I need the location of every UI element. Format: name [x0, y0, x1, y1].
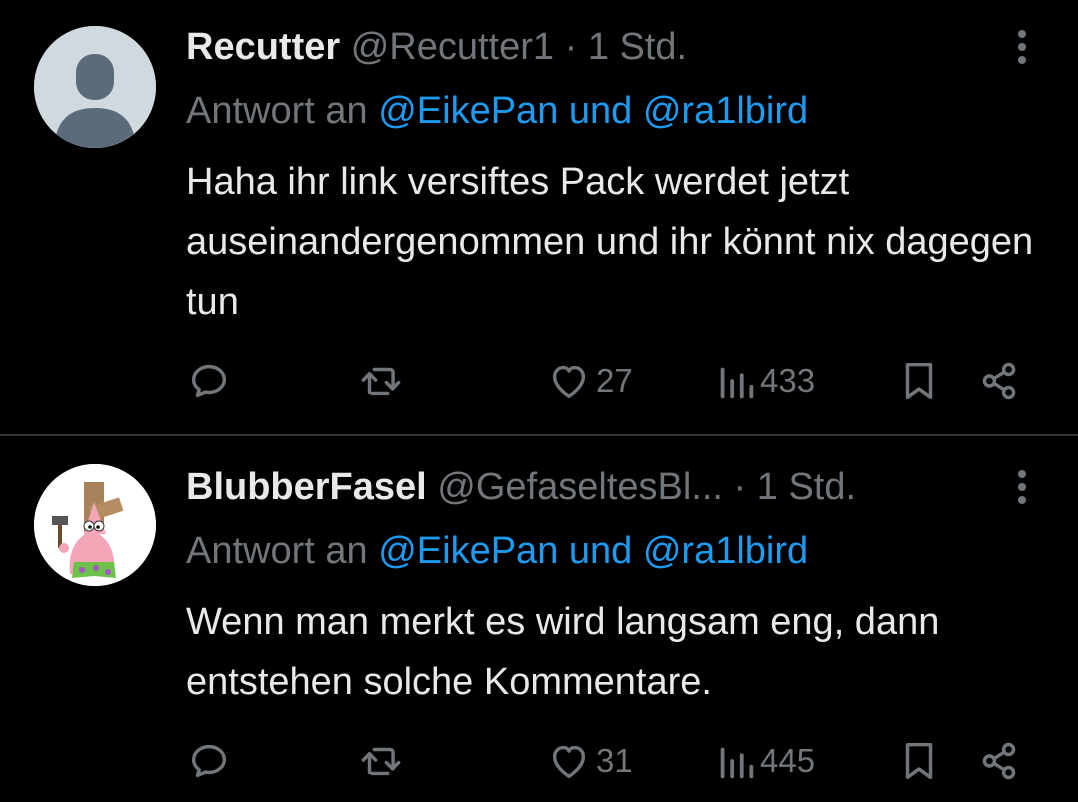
- like-button[interactable]: 27: [546, 356, 633, 406]
- retweet-button[interactable]: [358, 356, 404, 406]
- more-icon[interactable]: [1012, 470, 1032, 510]
- share-button[interactable]: [976, 356, 1022, 406]
- like-button[interactable]: 31: [546, 736, 633, 786]
- user-handle[interactable]: @GefaseltesBl...: [437, 466, 723, 508]
- bookmark-button[interactable]: [896, 356, 942, 406]
- timestamp[interactable]: 1 Std.: [588, 26, 687, 68]
- patrick-star-avatar: [34, 464, 156, 586]
- separator: ·: [564, 26, 578, 68]
- share-icon: [982, 362, 1016, 400]
- reply-mentions[interactable]: @EikePan und @ra1lbird: [378, 90, 808, 132]
- views-button[interactable]: 445: [716, 736, 815, 786]
- reply-icon: [191, 364, 227, 398]
- tweet-text: Haha ihr link versiftes Pack werdet jetz…: [186, 161, 1034, 323]
- reply-icon: [191, 744, 227, 778]
- avatar[interactable]: [34, 464, 156, 586]
- bookmark-icon: [905, 742, 933, 780]
- views-icon: [720, 367, 754, 399]
- like-count: 27: [596, 362, 633, 399]
- views-button[interactable]: 433: [716, 356, 815, 406]
- default-avatar-icon: [34, 26, 156, 148]
- reply-button[interactable]: [186, 356, 232, 406]
- view-count: 433: [760, 362, 816, 399]
- separator: ·: [733, 466, 747, 508]
- reply-prefix: Antwort an: [186, 90, 368, 132]
- tweet-text: Wenn man merkt es wird langsam eng, dann…: [186, 601, 940, 703]
- heart-icon: [552, 365, 586, 399]
- share-icon: [982, 742, 1016, 780]
- tweet[interactable]: Recutter @Recutter1 · 1 Std. Antwort an …: [0, 0, 1078, 434]
- share-button[interactable]: [976, 736, 1022, 786]
- tweet-header: Recutter @Recutter1 · 1 Std.: [186, 24, 1008, 70]
- display-name[interactable]: Recutter: [186, 26, 340, 68]
- tweet-actions: 31 445: [186, 736, 1036, 786]
- retweet-icon: [361, 367, 401, 396]
- heart-icon: [552, 745, 586, 779]
- timestamp[interactable]: 1 Std.: [757, 466, 856, 508]
- views-icon: [720, 747, 754, 779]
- more-icon[interactable]: [1012, 30, 1032, 70]
- reply-button[interactable]: [186, 736, 232, 786]
- tweet-header: BlubberFasel @GefaseltesBl... · 1 Std.: [186, 464, 1008, 510]
- reply-to-line: Antwort an @EikePan und @ra1lbird: [186, 88, 808, 134]
- bookmark-icon: [905, 362, 933, 400]
- like-count: 31: [596, 742, 633, 779]
- reply-prefix: Antwort an: [186, 530, 368, 572]
- retweet-icon: [361, 747, 401, 776]
- bookmark-button[interactable]: [896, 736, 942, 786]
- reply-to-line: Antwort an @EikePan und @ra1lbird: [186, 528, 808, 574]
- user-handle[interactable]: @Recutter1: [351, 26, 554, 68]
- tweet[interactable]: BlubberFasel @GefaseltesBl... · 1 Std. A…: [0, 436, 1078, 802]
- reply-mentions[interactable]: @EikePan und @ra1lbird: [378, 530, 808, 572]
- view-count: 445: [760, 742, 816, 779]
- tweet-actions: 27 433: [186, 356, 1036, 406]
- retweet-button[interactable]: [358, 736, 404, 786]
- avatar[interactable]: [34, 26, 156, 148]
- display-name[interactable]: BlubberFasel: [186, 466, 427, 508]
